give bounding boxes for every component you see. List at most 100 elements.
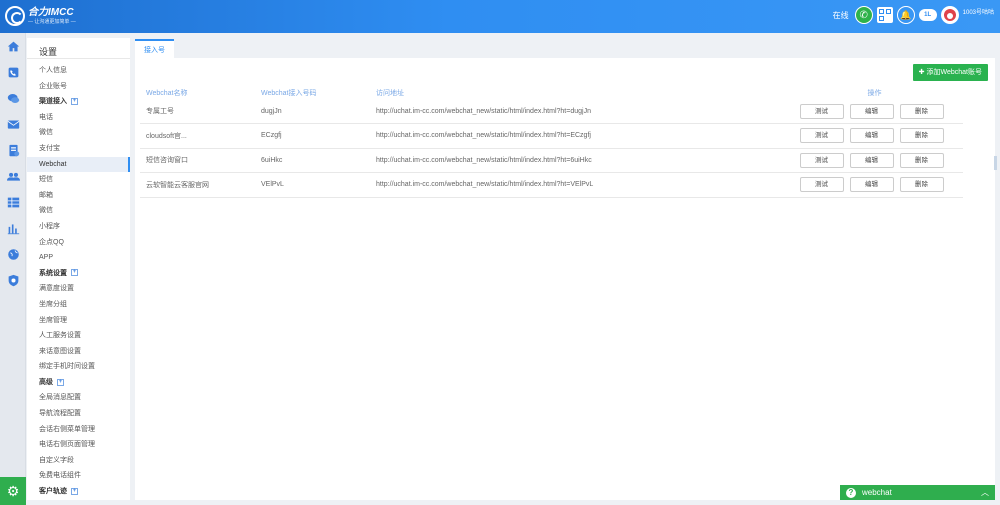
phone-nav-icon[interactable] — [0, 59, 26, 85]
cell-actions: 测试 编辑 删除 — [780, 148, 963, 173]
chat-icon[interactable] — [0, 85, 26, 111]
expand-icon[interactable]: + — [71, 269, 78, 277]
sidebar-item-label: 客户轨迹 — [39, 488, 67, 496]
sidebar-item-label: 人工服务设置 — [39, 332, 81, 340]
sidebar-group[interactable]: 高级 + — [27, 375, 130, 391]
delete-button[interactable]: 删除 — [899, 128, 944, 144]
expand-icon[interactable]: + — [71, 97, 78, 105]
cell-name: 短信咨询窗口 — [140, 148, 255, 173]
cell-url: http://uchat.im-cc.com/webchat_new/stati… — [370, 99, 780, 124]
qrcode-icon[interactable] — [876, 7, 893, 23]
table-row: 专属工号 dugjJn http://uchat.im-cc.com/webchat… — [140, 99, 963, 124]
left-icon-nav: ⚙ — [0, 33, 26, 505]
sidebar-item-label: 会话右侧菜单管理 — [39, 425, 95, 433]
edit-button[interactable]: 编辑 — [849, 103, 894, 119]
mail-icon[interactable] — [0, 111, 26, 137]
test-button[interactable]: 测试 — [799, 128, 844, 144]
content-panel: ✚ 添加Webchat账号 Webchat名称 Webchat接入号码 访问地址 … — [135, 58, 995, 500]
webchat-table: Webchat名称 Webchat接入号码 访问地址 操作 专属工号 dugjJn… — [140, 86, 963, 198]
online-status[interactable]: 在线 — [833, 10, 849, 21]
cell-url: http://uchat.im-cc.com/webchat_new/stati… — [370, 148, 780, 173]
tab-access-number[interactable]: 接入号 — [135, 39, 174, 58]
sidebar-item[interactable]: 小程序 — [27, 219, 130, 235]
sidebar-item[interactable]: 自定义字段 — [27, 453, 130, 469]
cell-url: http://uchat.im-cc.com/webchat_new/stati… — [370, 172, 780, 198]
sidebar-item[interactable]: 企点QQ — [27, 235, 130, 251]
edit-button[interactable]: 编辑 — [849, 177, 894, 193]
expand-icon[interactable]: + — [57, 378, 64, 386]
users-icon[interactable] — [0, 163, 26, 189]
sidebar-item-label: 来话意图设置 — [39, 347, 81, 355]
shield-icon[interactable] — [0, 267, 26, 293]
sidebar-item-label: 企业账号 — [39, 82, 67, 90]
stats-icon[interactable] — [0, 215, 26, 241]
table-icon[interactable] — [0, 189, 26, 215]
sidebar-group[interactable]: 客户轨迹 + — [27, 484, 130, 500]
scrollbar-handle[interactable] — [994, 156, 997, 170]
sidebar-item-label: Webchat — [39, 160, 67, 168]
sidebar-item[interactable]: 坐席管理 — [27, 313, 130, 329]
sidebar-item[interactable]: 来话意图设置 — [27, 344, 130, 360]
sidebar-item-label: 高级 — [39, 378, 53, 386]
sidebar-item[interactable]: 微信 — [27, 203, 130, 219]
sidebar-item[interactable]: 短信 — [27, 172, 130, 188]
table-row: 云软智能云客服官网 VElPvL http://uchat.im-cc.com/we… — [140, 172, 963, 198]
col-header-url: 访问地址 — [376, 89, 404, 97]
delete-button[interactable]: 删除 — [899, 152, 944, 168]
sidebar-item-label: 渠道接入 — [39, 98, 67, 106]
sidebar-item[interactable]: 绑定手机时间设置 — [27, 359, 130, 375]
sidebar-item[interactable]: 个人信息 — [27, 63, 130, 79]
cloud-icon[interactable]: 1L — [918, 9, 937, 21]
logo: 合力IMCC — 让沟通更加简单 — — [5, 6, 76, 26]
home-icon[interactable] — [0, 33, 26, 59]
sidebar-item[interactable]: 坐席分组 — [27, 297, 130, 313]
sidebar-item[interactable]: 企业账号 — [27, 79, 130, 95]
sidebar-item-label: 坐席管理 — [39, 316, 67, 324]
cell-url: http://uchat.im-cc.com/webchat_new/stati… — [370, 123, 780, 149]
test-button[interactable]: 测试 — [799, 152, 844, 168]
settings-gear-icon[interactable]: ⚙ — [0, 477, 26, 505]
test-button[interactable]: 测试 — [799, 177, 844, 193]
sidebar-item[interactable]: 电话右侧页面管理 — [27, 437, 130, 453]
test-button[interactable]: 测试 — [799, 103, 844, 119]
sidebar-item[interactable]: APP — [27, 250, 130, 266]
user-name[interactable]: 1003号咕咕 — [963, 7, 994, 16]
cell-name: 云软智能云客服官网 — [140, 172, 255, 198]
avatar[interactable] — [940, 6, 959, 24]
cell-actions: 测试 编辑 删除 — [780, 123, 963, 149]
chevron-up-icon[interactable]: ︿ — [981, 487, 989, 498]
logo-slogan: — 让沟通更加简单 — — [28, 18, 76, 25]
delete-button[interactable]: 删除 — [899, 103, 944, 119]
sidebar-item-label: 个人信息 — [39, 67, 67, 74]
expand-icon[interactable]: + — [71, 487, 78, 495]
sidebar-group[interactable]: 渠道接入 + — [27, 94, 130, 110]
document-icon[interactable] — [0, 137, 26, 163]
sidebar-item-label: 微信 — [39, 129, 53, 137]
sidebar-item[interactable]: 会话右侧菜单管理 — [27, 422, 130, 438]
phone-icon[interactable]: ✆ — [854, 6, 873, 24]
sidebar-item[interactable]: Webchat — [27, 156, 130, 173]
sidebar-item-label: 坐席分组 — [39, 300, 67, 308]
sidebar-title: 设置 — [27, 38, 130, 59]
sidebar-item[interactable]: 导航流程配置 — [27, 406, 130, 422]
webchat-widget[interactable]: ? webchat ︿ — [840, 485, 995, 500]
sidebar-item[interactable]: 全局消息配置 — [27, 390, 130, 406]
sidebar-group[interactable]: 系统设置 + — [27, 266, 130, 282]
edit-button[interactable]: 编辑 — [849, 128, 894, 144]
sidebar-item[interactable]: 满意度设置 — [27, 281, 130, 297]
sidebar-item-label: 免费电话组件 — [39, 472, 81, 480]
delete-button[interactable]: 删除 — [899, 177, 944, 193]
sidebar-item-label: 满意度设置 — [39, 285, 74, 293]
col-header-name: Webchat名称 — [146, 89, 188, 97]
sidebar-item[interactable]: 电话 — [27, 110, 130, 126]
sidebar-item[interactable]: 免费电话组件 — [27, 468, 130, 484]
sidebar-item[interactable]: 人工服务设置 — [27, 328, 130, 344]
edit-button[interactable]: 编辑 — [849, 152, 894, 168]
sidebar-item[interactable]: 支付宝 — [27, 141, 130, 157]
sidebar-item[interactable]: 微信 — [27, 125, 130, 141]
webchat-widget-label: webchat — [862, 488, 892, 497]
bell-icon[interactable]: 🔔 — [896, 6, 915, 24]
globe-icon[interactable] — [0, 241, 26, 267]
add-webchat-account-button[interactable]: ✚ 添加Webchat账号 — [912, 64, 988, 81]
sidebar-item[interactable]: 邮箱 — [27, 188, 130, 204]
